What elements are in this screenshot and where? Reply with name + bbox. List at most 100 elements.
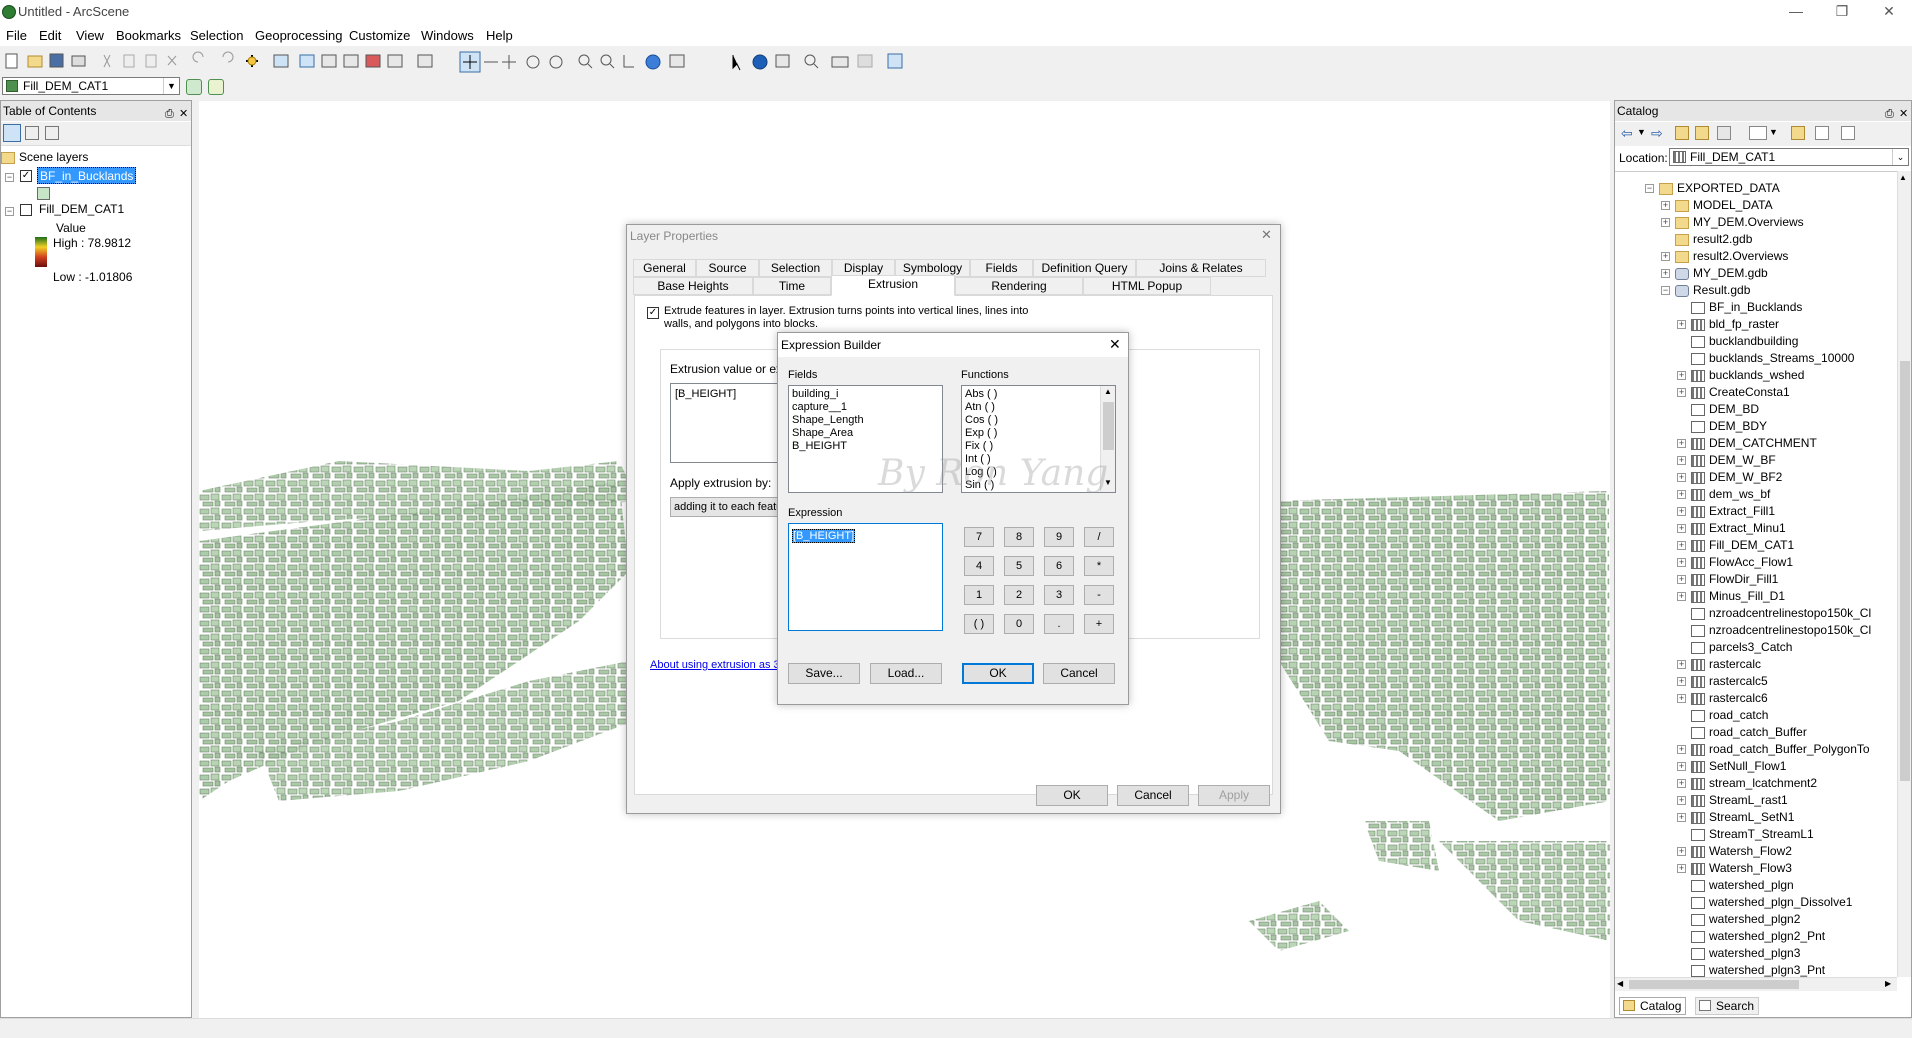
menu-geoprocessing[interactable]: Geoprocessing xyxy=(255,28,342,43)
tab-base-heights[interactable]: Base Heights xyxy=(633,277,753,295)
catalog-item[interactable]: rastercalc6 xyxy=(1691,690,1768,707)
catalog-item[interactable]: Fill_DEM_CAT1 xyxy=(1691,537,1794,554)
catalog-item[interactable]: MY_DEM.Overviews xyxy=(1675,214,1804,231)
expand-toggle[interactable]: + xyxy=(1661,201,1670,210)
catalog-item[interactable]: parcels3_Catch xyxy=(1691,639,1792,656)
keypad-key[interactable]: 3 xyxy=(1044,585,1074,605)
catalog-item[interactable]: road_catch xyxy=(1691,707,1768,724)
scroll-up-icon[interactable]: ▲ xyxy=(1899,173,1907,182)
layer-bf-in-bucklands[interactable]: BF_in_Bucklands xyxy=(37,167,137,184)
expand-toggle[interactable]: + xyxy=(1661,218,1670,227)
expand-toggle[interactable]: + xyxy=(1677,762,1686,771)
catalog-tab[interactable]: Catalog xyxy=(1619,997,1687,1015)
catalog-item[interactable]: DEM_CATCHMENT xyxy=(1691,435,1817,452)
catalog-item[interactable]: EXPORTED_DATA xyxy=(1659,180,1780,197)
extrude-features-checkbox[interactable]: ✓ xyxy=(647,307,659,319)
close-icon[interactable]: ✕ xyxy=(1109,336,1121,353)
catalog-item[interactable]: nzroadcentrelinestopo150k_Cl xyxy=(1691,605,1871,622)
layer1-symbol-swatch[interactable] xyxy=(37,187,50,200)
pin-icon[interactable]: ⎙ xyxy=(165,104,174,124)
tab-general[interactable]: General xyxy=(633,259,696,277)
menu-view[interactable]: View xyxy=(76,28,104,43)
collapse-layer2-toggle[interactable]: − xyxy=(5,207,14,216)
home-folder-icon[interactable] xyxy=(1695,126,1709,140)
scroll-right-icon[interactable]: ▶ xyxy=(1885,979,1891,988)
expand-toggle[interactable]: + xyxy=(1677,490,1686,499)
keypad-key[interactable]: 2 xyxy=(1004,585,1034,605)
expand-toggle[interactable]: + xyxy=(1677,507,1686,516)
tab-joins-relates[interactable]: Joins & Relates xyxy=(1136,259,1266,277)
expand-toggle[interactable]: + xyxy=(1677,388,1686,397)
expand-toggle[interactable]: + xyxy=(1677,439,1686,448)
menu-bookmarks[interactable]: Bookmarks xyxy=(116,28,181,43)
expand-toggle[interactable]: − xyxy=(1645,184,1654,193)
catalog-item[interactable]: Extract_Minu1 xyxy=(1691,520,1786,537)
catalog-item[interactable]: bucklands_wshed xyxy=(1691,367,1804,384)
expand-toggle[interactable]: + xyxy=(1677,779,1686,788)
expr-ok-button[interactable]: OK xyxy=(962,663,1034,684)
catalog-item[interactable]: road_catch_Buffer_PolygonTo xyxy=(1691,741,1870,758)
scroll-up-icon[interactable]: ▲ xyxy=(1104,387,1112,396)
keypad-key[interactable]: * xyxy=(1084,556,1114,576)
list-by-source-icon[interactable] xyxy=(25,126,39,140)
expand-toggle[interactable]: + xyxy=(1661,269,1670,278)
keypad-key[interactable]: 7 xyxy=(964,527,994,547)
keypad-key[interactable]: 5 xyxy=(1004,556,1034,576)
layer-props-cancel-button[interactable]: Cancel xyxy=(1117,785,1189,806)
expand-toggle[interactable]: + xyxy=(1677,864,1686,873)
catalog-item[interactable]: watershed_plgn2_Pnt xyxy=(1691,928,1825,945)
about-extrusion-link[interactable]: About using extrusion as 3D xyxy=(650,659,788,671)
layer1-visibility-checkbox[interactable]: ✓ xyxy=(20,170,32,182)
layer-dropdown[interactable]: Fill_DEM_CAT1 ▼ xyxy=(2,77,180,95)
field-item[interactable]: capture__1 xyxy=(792,401,939,414)
catalog-item[interactable]: DEM_BD xyxy=(1691,401,1759,418)
expand-toggle[interactable]: + xyxy=(1677,847,1686,856)
catalog-scroll-thumb[interactable] xyxy=(1900,361,1910,781)
catalog-item[interactable]: watershed_plgn_Dissolve1 xyxy=(1691,894,1852,911)
menu-help[interactable]: Help xyxy=(486,28,513,43)
catalog-item[interactable]: StreamL_rast1 xyxy=(1691,792,1788,809)
tab-fields[interactable]: Fields xyxy=(970,259,1033,277)
function-item[interactable]: Atn ( ) xyxy=(965,401,1112,414)
catalog-item[interactable]: FlowAcc_Flow1 xyxy=(1691,554,1793,571)
close-icon[interactable]: ✕ xyxy=(179,104,188,124)
catalog-item[interactable]: rastercalc xyxy=(1691,656,1761,673)
expand-toggle[interactable]: + xyxy=(1661,252,1670,261)
layer-props-ok-button[interactable]: OK xyxy=(1036,785,1108,806)
catalog-item[interactable]: DEM_W_BF xyxy=(1691,452,1776,469)
expand-toggle[interactable]: + xyxy=(1677,813,1686,822)
expand-toggle[interactable]: + xyxy=(1677,541,1686,550)
expand-toggle[interactable]: + xyxy=(1677,694,1686,703)
catalog-item[interactable]: MY_DEM.gdb xyxy=(1675,265,1768,282)
catalog-hscroll-thumb[interactable] xyxy=(1629,980,1799,989)
catalog-item[interactable]: CreateConsta1 xyxy=(1691,384,1790,401)
keypad-key[interactable]: / xyxy=(1084,527,1114,547)
catalog-item[interactable]: BF_in_Bucklands xyxy=(1691,299,1802,316)
close-icon[interactable]: ✕ xyxy=(1899,104,1908,124)
catalog-item[interactable]: stream_lcatchment2 xyxy=(1691,775,1817,792)
back-arrow-icon[interactable]: ⇦ xyxy=(1621,125,1633,142)
catalog-item[interactable]: result2.Overviews xyxy=(1675,248,1788,265)
catalog-item[interactable]: DEM_BDY xyxy=(1691,418,1767,435)
expand-toggle[interactable]: + xyxy=(1677,745,1686,754)
catalog-item[interactable]: Minus_Fill_D1 xyxy=(1691,588,1785,605)
minimize-button[interactable]: — xyxy=(1773,0,1819,24)
keypad-key[interactable]: 1 xyxy=(964,585,994,605)
field-item[interactable]: building_i xyxy=(792,388,939,401)
catalog-item[interactable]: result2.gdb xyxy=(1675,231,1752,248)
keypad-key[interactable]: + xyxy=(1084,614,1114,634)
tab-time[interactable]: Time xyxy=(753,277,831,295)
catalog-item[interactable]: StreamT_StreamL1 xyxy=(1691,826,1814,843)
catalog-item[interactable]: rastercalc5 xyxy=(1691,673,1768,690)
new-folder-icon[interactable] xyxy=(1791,126,1805,140)
layer-props-apply-button[interactable]: Apply xyxy=(1198,785,1270,806)
catalog-horizontal-scrollbar[interactable]: ◀ ▶ xyxy=(1615,977,1897,991)
expand-toggle[interactable]: + xyxy=(1677,524,1686,533)
forward-arrow-icon[interactable]: ⇨ xyxy=(1651,125,1663,142)
flicker-tool-icon[interactable] xyxy=(208,79,224,95)
tab-definition-query[interactable]: Definition Query xyxy=(1033,259,1136,277)
keypad-key[interactable]: . xyxy=(1044,614,1074,634)
catalog-item[interactable]: road_catch_Buffer xyxy=(1691,724,1807,741)
scroll-left-icon[interactable]: ◀ xyxy=(1617,979,1623,988)
catalog-item[interactable]: SetNull_Flow1 xyxy=(1691,758,1786,775)
